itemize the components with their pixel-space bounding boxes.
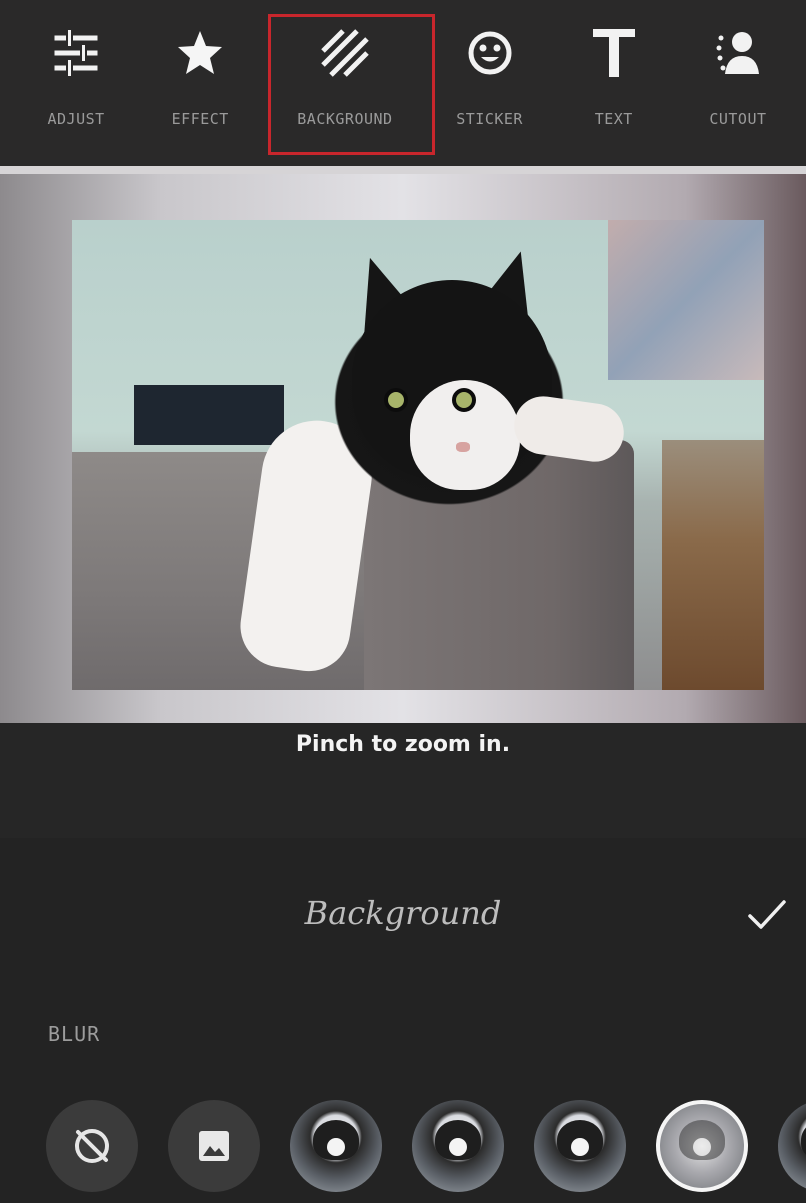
tool-effect-label: EFFECT	[171, 110, 229, 128]
photo-canvas[interactable]	[0, 166, 806, 723]
tool-cutout[interactable]: CUTOUT	[676, 0, 800, 166]
tool-effect[interactable]: EFFECT	[138, 0, 262, 166]
tool-text[interactable]: TEXT	[552, 0, 676, 166]
background-panel: Background BLUR	[0, 838, 806, 1203]
tool-cutout-label: CUTOUT	[709, 110, 767, 128]
tool-sticker-label: STICKER	[456, 110, 523, 128]
sliders-icon	[45, 22, 107, 84]
diagonal-stripes-icon	[314, 22, 376, 84]
star-icon	[169, 22, 231, 84]
tool-adjust-label: ADJUST	[47, 110, 105, 128]
blur-thumb-2[interactable]	[412, 1100, 504, 1192]
confirm-button[interactable]	[742, 890, 792, 940]
checkmark-icon	[748, 900, 786, 929]
blur-thumb-5[interactable]	[778, 1100, 806, 1192]
tool-background-label: BACKGROUND	[297, 110, 393, 128]
gallery-option[interactable]	[168, 1100, 260, 1192]
text-icon	[583, 22, 645, 84]
blur-options	[46, 1094, 806, 1194]
no-blur-icon	[75, 1129, 109, 1163]
blur-thumb-3[interactable]	[534, 1100, 626, 1192]
tool-text-label: TEXT	[594, 110, 633, 128]
smiley-icon	[459, 22, 521, 84]
person-cutout-icon	[707, 22, 769, 84]
tool-background[interactable]: BACKGROUND	[262, 0, 436, 166]
tool-sticker[interactable]: STICKER	[428, 0, 552, 166]
image-icon	[199, 1131, 229, 1161]
tool-adjust[interactable]: ADJUST	[14, 0, 138, 166]
blur-thumb-selected[interactable]	[656, 1100, 748, 1192]
blur-section-label: BLUR	[48, 1022, 101, 1046]
top-toolbar: ADJUST EFFECT BACKGROUND STICKER TEXT CU…	[0, 0, 806, 166]
panel-title: Background	[304, 894, 502, 932]
no-blur-option[interactable]	[46, 1100, 138, 1192]
zoom-hint: Pinch to zoom in.	[295, 732, 511, 757]
blur-thumb-1[interactable]	[290, 1100, 382, 1192]
cat-photo[interactable]	[72, 220, 764, 690]
